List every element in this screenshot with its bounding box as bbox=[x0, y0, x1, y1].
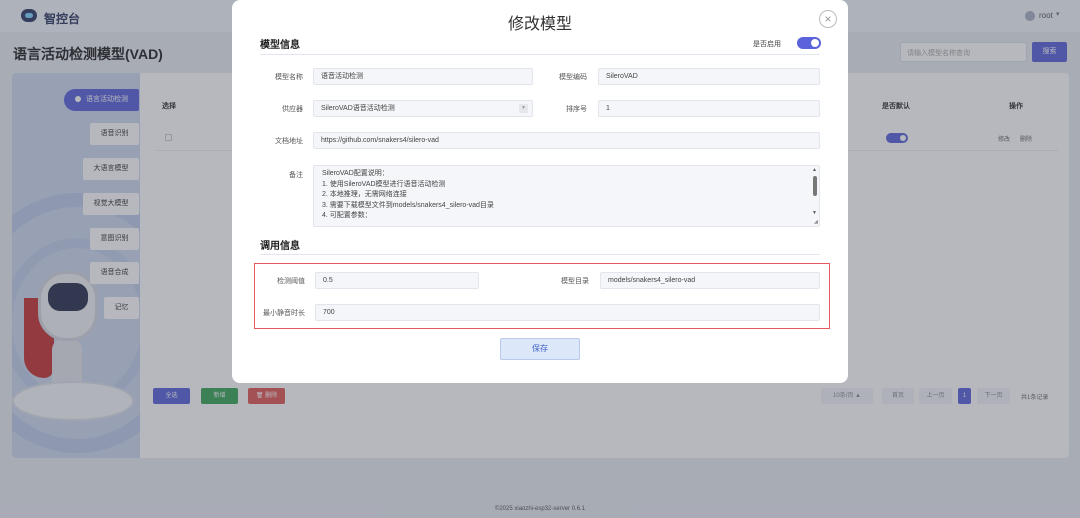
scroll-thumb[interactable] bbox=[813, 176, 817, 196]
enable-label: 是否启用 bbox=[753, 41, 781, 48]
sort-input[interactable]: 1 bbox=[598, 100, 820, 117]
supplier-label: 供应器 bbox=[282, 106, 303, 113]
section-divider bbox=[260, 54, 820, 55]
scroll-up-icon[interactable]: ▲ bbox=[812, 167, 817, 173]
dialog-title: 修改模型 bbox=[507, 16, 572, 33]
remark-textarea[interactable]: SileroVAD配置说明： 1. 使用SileroVAD模型进行语音活动检测 … bbox=[313, 165, 820, 227]
toggle-knob bbox=[811, 39, 819, 47]
section-title-call-info: 调用信息 bbox=[260, 241, 300, 252]
edit-model-dialog: 修改模型 × 模型信息 是否启用 模型名称 语音活动检测 模型编码 Silero… bbox=[232, 0, 848, 383]
supplier-select[interactable]: SileroVAD语音活动检测 ▼ bbox=[313, 100, 533, 117]
close-icon[interactable]: × bbox=[819, 10, 837, 28]
enable-toggle[interactable] bbox=[797, 37, 821, 49]
model-dir-label: 模型目录 bbox=[561, 278, 589, 285]
remark-label: 备注 bbox=[289, 172, 303, 179]
save-button[interactable]: 保存 bbox=[500, 338, 580, 360]
remark-line: 3. 需要下载模型文件到models/snakers4_silero-vad目录 bbox=[322, 201, 494, 209]
model-code-label: 模型编码 bbox=[559, 74, 587, 81]
threshold-label: 检测阈值 bbox=[277, 278, 305, 285]
chevron-down-icon: ▼ bbox=[519, 104, 528, 113]
min-silence-input[interactable]: 700 bbox=[315, 304, 820, 321]
remark-line: 4. 可配置参数： bbox=[322, 212, 372, 219]
resize-handle-icon[interactable]: ◢ bbox=[814, 219, 818, 225]
scroll-down-icon[interactable]: ▼ bbox=[812, 210, 817, 216]
model-name-input[interactable]: 语音活动检测 bbox=[313, 68, 533, 85]
min-silence-label: 最小静音时长 bbox=[263, 310, 305, 317]
model-code-input[interactable]: SileroVAD bbox=[598, 68, 820, 85]
model-dir-input[interactable]: models/snakers4_silero-vad bbox=[600, 272, 820, 289]
model-name-label: 模型名称 bbox=[275, 74, 303, 81]
doc-url-label: 文档地址 bbox=[275, 138, 303, 145]
remark-line: 2. 本地推理，无需网络连接 bbox=[322, 191, 407, 198]
textarea-scrollbar[interactable]: ▲ ▼ ◢ bbox=[811, 166, 819, 226]
section-title-model-info: 模型信息 bbox=[260, 40, 300, 51]
remark-line: 1. 使用SileroVAD模型进行语音活动检测 bbox=[322, 180, 446, 188]
remark-line: SileroVAD配置说明： bbox=[322, 170, 389, 177]
section-divider bbox=[260, 254, 820, 255]
sort-label: 排序号 bbox=[566, 106, 587, 113]
doc-url-input[interactable]: https://github.com/snakers4/silero-vad bbox=[313, 132, 820, 149]
threshold-input[interactable]: 0.5 bbox=[315, 272, 479, 289]
